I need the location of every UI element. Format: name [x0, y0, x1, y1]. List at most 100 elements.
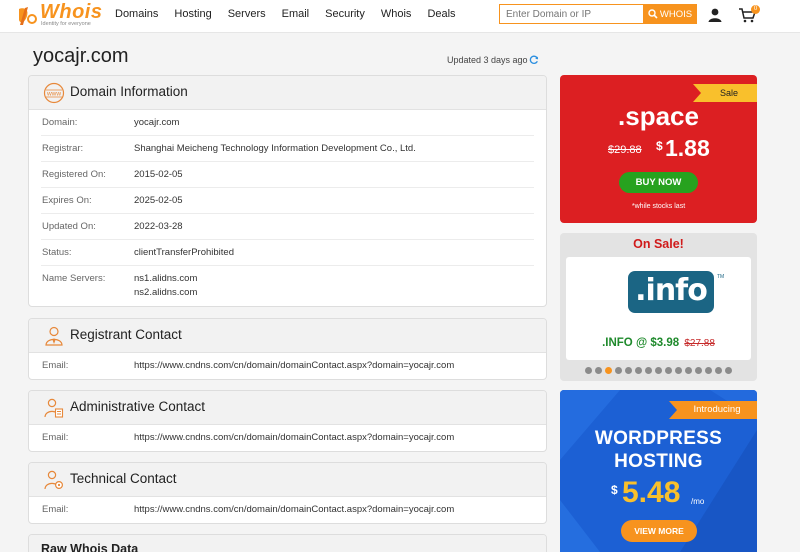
domain-information-card: www Domain Information Domain: yocajr.co…	[28, 75, 547, 307]
wp-period: /mo	[691, 497, 705, 506]
wp-title-line-2: HOSTING	[614, 451, 703, 472]
carousel-dot[interactable]	[705, 367, 712, 374]
info-tld-logo: .info	[628, 271, 714, 313]
nav-email[interactable]: Email	[282, 8, 310, 20]
updated-timestamp: Updated 3 days ago	[447, 55, 528, 65]
row-label: Status:	[42, 247, 72, 258]
whois-search-label: WHOIS	[659, 8, 693, 20]
tech-person-icon	[44, 470, 64, 490]
buy-now-button[interactable]: BUY NOW	[619, 172, 698, 193]
whois-search: WHOIS	[499, 4, 697, 24]
info-row-registrar: Registrar: Shanghai Meicheng Technology …	[41, 136, 534, 162]
row-label: Name Servers:	[42, 273, 106, 284]
carousel-dot[interactable]	[715, 367, 722, 374]
space-domain-ad[interactable]: Sale .space $29.88 $ 1.88 BUY NOW *while…	[560, 75, 757, 223]
svg-text:www: www	[46, 91, 61, 98]
row-value: 2025-02-05	[134, 195, 183, 206]
row-label: Registrar:	[42, 143, 84, 154]
row-label: Email:	[42, 432, 69, 443]
row-value: yocajr.com	[134, 117, 180, 128]
carousel-dot[interactable]	[635, 367, 642, 374]
wp-currency: $	[611, 483, 618, 497]
registrant-contact-card: Registrant Contact Email: https://www.cn…	[28, 318, 547, 380]
row-label: Expires On:	[42, 195, 92, 206]
on-sale-title: On Sale!	[633, 237, 684, 251]
name-server-2: ns2.alidns.com	[134, 287, 198, 298]
nav-security[interactable]: Security	[325, 8, 365, 20]
trademark-mark: TM	[717, 274, 725, 280]
row-value: 2015-02-05	[134, 169, 183, 180]
card-header: Technical Contact	[29, 463, 546, 497]
row-label: Domain:	[42, 117, 78, 128]
contact-row-email: Email: https://www.cndns.com/cn/domain/d…	[41, 497, 534, 523]
wp-title-line-1: WORDPRESS	[594, 428, 723, 449]
search-input[interactable]	[500, 5, 643, 23]
carousel-dot[interactable]	[675, 367, 682, 374]
card-header: Administrative Contact	[29, 391, 546, 425]
carousel-dot[interactable]	[645, 367, 652, 374]
nav-domains[interactable]: Domains	[115, 8, 158, 20]
nav-servers[interactable]: Servers	[228, 8, 266, 20]
www-globe-icon: www	[43, 82, 65, 104]
wordpress-hosting-ad[interactable]: Introducing WORDPRESS HOSTING $ 5.48 /mo…	[560, 390, 757, 552]
whois-search-button[interactable]: WHOIS	[643, 4, 697, 24]
whois-logo[interactable]: Whois Identity for everyone	[16, 1, 102, 29]
carousel-dot[interactable]	[595, 367, 602, 374]
row-value: https://www.cndns.com/cn/domain/domainCo…	[134, 504, 455, 515]
top-navigation-bar: Whois Identity for everyone Domains Host…	[0, 0, 800, 33]
wp-price: 5.48	[622, 476, 681, 509]
wordpress-hosting-title: WORDPRESS HOSTING	[560, 427, 757, 473]
on-sale-carousel: On Sale! .info TM .INFO @ $3.98 $27.88	[560, 233, 757, 381]
card-header: www Domain Information	[29, 76, 546, 110]
carousel-dot[interactable]	[725, 367, 732, 374]
carousel-dot[interactable]	[685, 367, 692, 374]
raw-whois-data-card: Raw Whois Data	[28, 534, 547, 552]
main-nav: Domains Hosting Servers Email Security W…	[115, 8, 472, 20]
nav-whois[interactable]: Whois	[381, 8, 412, 20]
carousel-dot[interactable]	[585, 367, 592, 374]
row-label: Email:	[42, 360, 69, 371]
name-server-1: ns1.alidns.com	[134, 273, 198, 284]
row-value: https://www.cndns.com/cn/domain/domainCo…	[134, 360, 455, 371]
row-value: 2022-03-28	[134, 221, 183, 232]
nav-hosting[interactable]: Hosting	[174, 8, 211, 20]
administrative-contact-card: Administrative Contact Email: https://ww…	[28, 390, 547, 452]
card-title: Domain Information	[70, 84, 188, 99]
carousel-dots	[560, 367, 757, 374]
admin-person-icon	[44, 398, 64, 418]
info-row-updated-on: Updated On: 2022-03-28	[41, 214, 534, 240]
info-current-price: .INFO @ $3.98	[602, 337, 680, 349]
refresh-icon[interactable]	[529, 55, 539, 65]
info-row-registered-on: Registered On: 2015-02-05	[41, 162, 534, 188]
view-more-button[interactable]: VIEW MORE	[621, 520, 697, 542]
nav-deals[interactable]: Deals	[427, 8, 455, 20]
carousel-dot[interactable]	[615, 367, 622, 374]
info-row-status: Status: clientTransferProhibited	[41, 240, 534, 266]
card-title: Raw Whois Data	[41, 542, 139, 552]
carousel-dot[interactable]	[625, 367, 632, 374]
introducing-tag: Introducing	[669, 401, 757, 419]
card-title: Registrant Contact	[70, 327, 182, 342]
sale-tag: Sale	[693, 84, 757, 102]
info-domain-slide[interactable]: .info TM .INFO @ $3.98 $27.88	[566, 257, 751, 360]
carousel-dot[interactable]	[665, 367, 672, 374]
logo-tagline: Identity for everyone	[41, 21, 91, 27]
space-tld-name: .space	[618, 101, 699, 131]
info-row-domain: Domain: yocajr.com	[41, 110, 534, 136]
stock-note: *while stocks last	[631, 203, 686, 210]
contact-row-email: Email: https://www.cndns.com/cn/domain/d…	[41, 353, 534, 379]
search-icon	[648, 9, 658, 19]
logo-mark-icon	[19, 7, 37, 25]
page-title: yocajr.com	[33, 45, 129, 67]
person-icon	[45, 326, 63, 346]
cart-count-badge: 0	[751, 5, 760, 14]
info-row-expires-on: Expires On: 2025-02-05	[41, 188, 534, 214]
carousel-dot[interactable]	[655, 367, 662, 374]
row-label: Updated On:	[42, 221, 96, 232]
space-price: 1.88	[665, 135, 710, 161]
row-value: Shanghai Meicheng Technology Information…	[134, 143, 416, 154]
carousel-dot[interactable]	[605, 367, 612, 374]
carousel-dot[interactable]	[695, 367, 702, 374]
space-old-price: $29.88	[608, 144, 642, 156]
user-account-icon[interactable]	[708, 8, 722, 22]
